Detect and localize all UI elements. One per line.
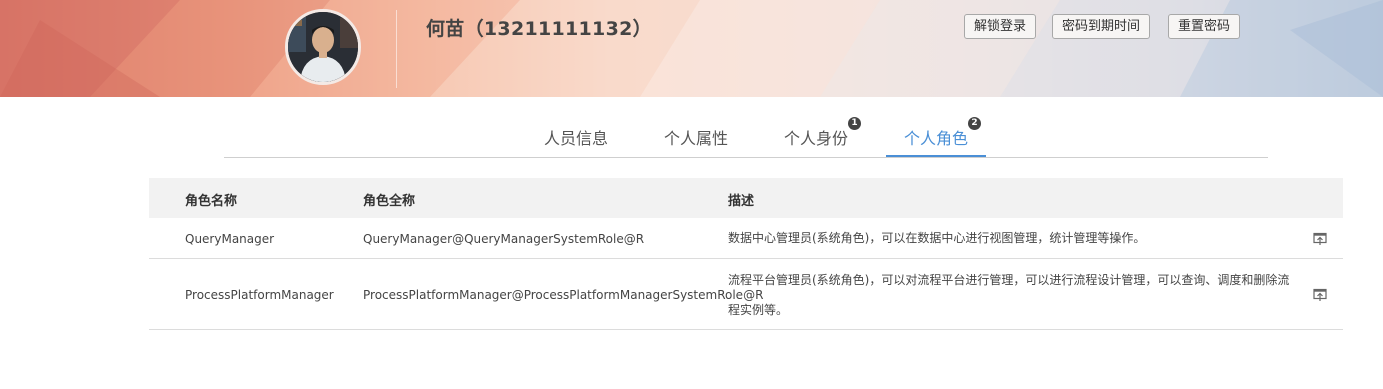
column-header-role-full-name: 角色全称 — [363, 194, 416, 209]
tab-label: 个人角色 — [904, 129, 969, 148]
avatar-photo — [288, 12, 358, 82]
reset-password-button[interactable]: 重置密码 — [1168, 14, 1241, 39]
tab-personal-identity[interactable]: 个人身份 1 — [784, 117, 862, 156]
tab-label: 个人属性 — [664, 129, 729, 148]
password-expiry-button[interactable]: 密码到期时间 — [1052, 14, 1151, 39]
role-description-cell: 流程平台管理员(系统角色)，可以对流程平台进行管理，可以进行流程设计管理，可以查… — [728, 273, 1290, 317]
role-full-name-cell: QueryManager@QueryManagerSystemRole@R — [363, 232, 645, 246]
column-header-description: 描述 — [728, 194, 755, 209]
table-row: QueryManager QueryManager@QueryManagerSy… — [149, 218, 1343, 259]
table-row: ProcessPlatformManager ProcessPlatformMa… — [149, 259, 1343, 330]
active-tab-indicator — [886, 155, 986, 157]
tab-personal-roles[interactable]: 个人角色 2 — [904, 117, 982, 156]
count-badge: 1 — [848, 117, 862, 130]
tab-label: 个人身份 — [784, 129, 849, 148]
role-full-name-cell: ProcessPlatformManager@ProcessPlatformMa… — [363, 288, 764, 302]
detail-icon[interactable] — [1313, 288, 1327, 302]
unlock-login-button[interactable]: 解锁登录 — [964, 14, 1037, 39]
role-name-cell: QueryManager — [185, 232, 275, 246]
role-description-cell: 数据中心管理员(系统角色)，可以在数据中心进行视图管理，统计管理等操作。 — [728, 231, 1146, 245]
profile-tabs: 人员信息 个人属性 个人身份 1 个人角色 2 — [0, 115, 1383, 159]
avatar[interactable] — [285, 9, 361, 85]
detail-icon[interactable] — [1313, 232, 1327, 246]
user-name: 何苗（13211111132） — [426, 18, 652, 40]
count-badge: 2 — [968, 117, 982, 130]
tab-personnel-info[interactable]: 人员信息 — [544, 125, 608, 156]
column-header-role-name: 角色名称 — [185, 194, 238, 209]
tabs-divider — [224, 157, 1268, 158]
roles-table: 角色名称 角色全称 描述 QueryManager QueryManager@Q… — [149, 178, 1343, 330]
profile-header: 何苗（13211111132） 解锁登录 密码到期时间 重置密码 — [0, 0, 1383, 97]
tab-label: 人员信息 — [544, 129, 609, 148]
header-divider — [396, 10, 397, 88]
tab-personal-attributes[interactable]: 个人属性 — [664, 125, 728, 156]
role-name-cell: ProcessPlatformManager — [185, 288, 334, 302]
table-header: 角色名称 角色全称 描述 — [149, 178, 1343, 218]
